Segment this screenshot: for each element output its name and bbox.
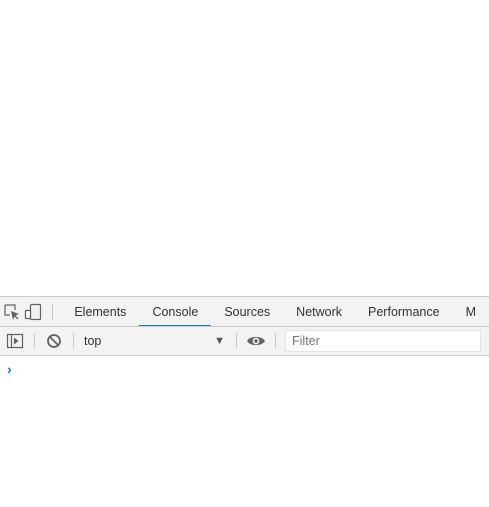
console-output[interactable]: › (0, 357, 489, 507)
filter-box (285, 330, 481, 352)
tab-sources[interactable]: Sources (211, 297, 283, 326)
live-expression-eye-icon[interactable] (242, 327, 270, 355)
toolbar-divider (73, 333, 74, 349)
toolbar-divider (51, 303, 53, 320)
toolbar-divider (275, 333, 276, 349)
console-toolbar: top ▼ D (0, 327, 489, 356)
tab-elements[interactable]: Elements (61, 297, 139, 326)
tab-performance[interactable]: Performance (355, 297, 453, 326)
show-sidebar-icon[interactable] (1, 327, 29, 355)
devtools-panel: Elements Console Sources Network Perform… (0, 296, 489, 507)
toolbar-divider (34, 333, 35, 349)
filter-input[interactable] (292, 331, 480, 351)
prompt-chevron-icon: › (7, 361, 12, 377)
console-prompt[interactable]: › (0, 361, 12, 377)
inspected-page-viewport (0, 0, 489, 296)
clear-console-icon[interactable] (40, 327, 68, 355)
tab-network[interactable]: Network (283, 297, 355, 326)
tab-memory-truncated[interactable]: M (453, 297, 489, 326)
tab-console[interactable]: Console (139, 297, 212, 326)
devtools-tab-bar: Elements Console Sources Network Perform… (0, 296, 489, 327)
device-toolbar-icon[interactable] (22, 297, 43, 326)
context-selector-value: top (84, 334, 102, 348)
dropdown-arrow-icon: ▼ (214, 335, 225, 347)
context-selector[interactable]: top ▼ (79, 330, 231, 352)
toolbar-divider (236, 333, 237, 349)
inspect-element-icon[interactable] (1, 297, 22, 326)
